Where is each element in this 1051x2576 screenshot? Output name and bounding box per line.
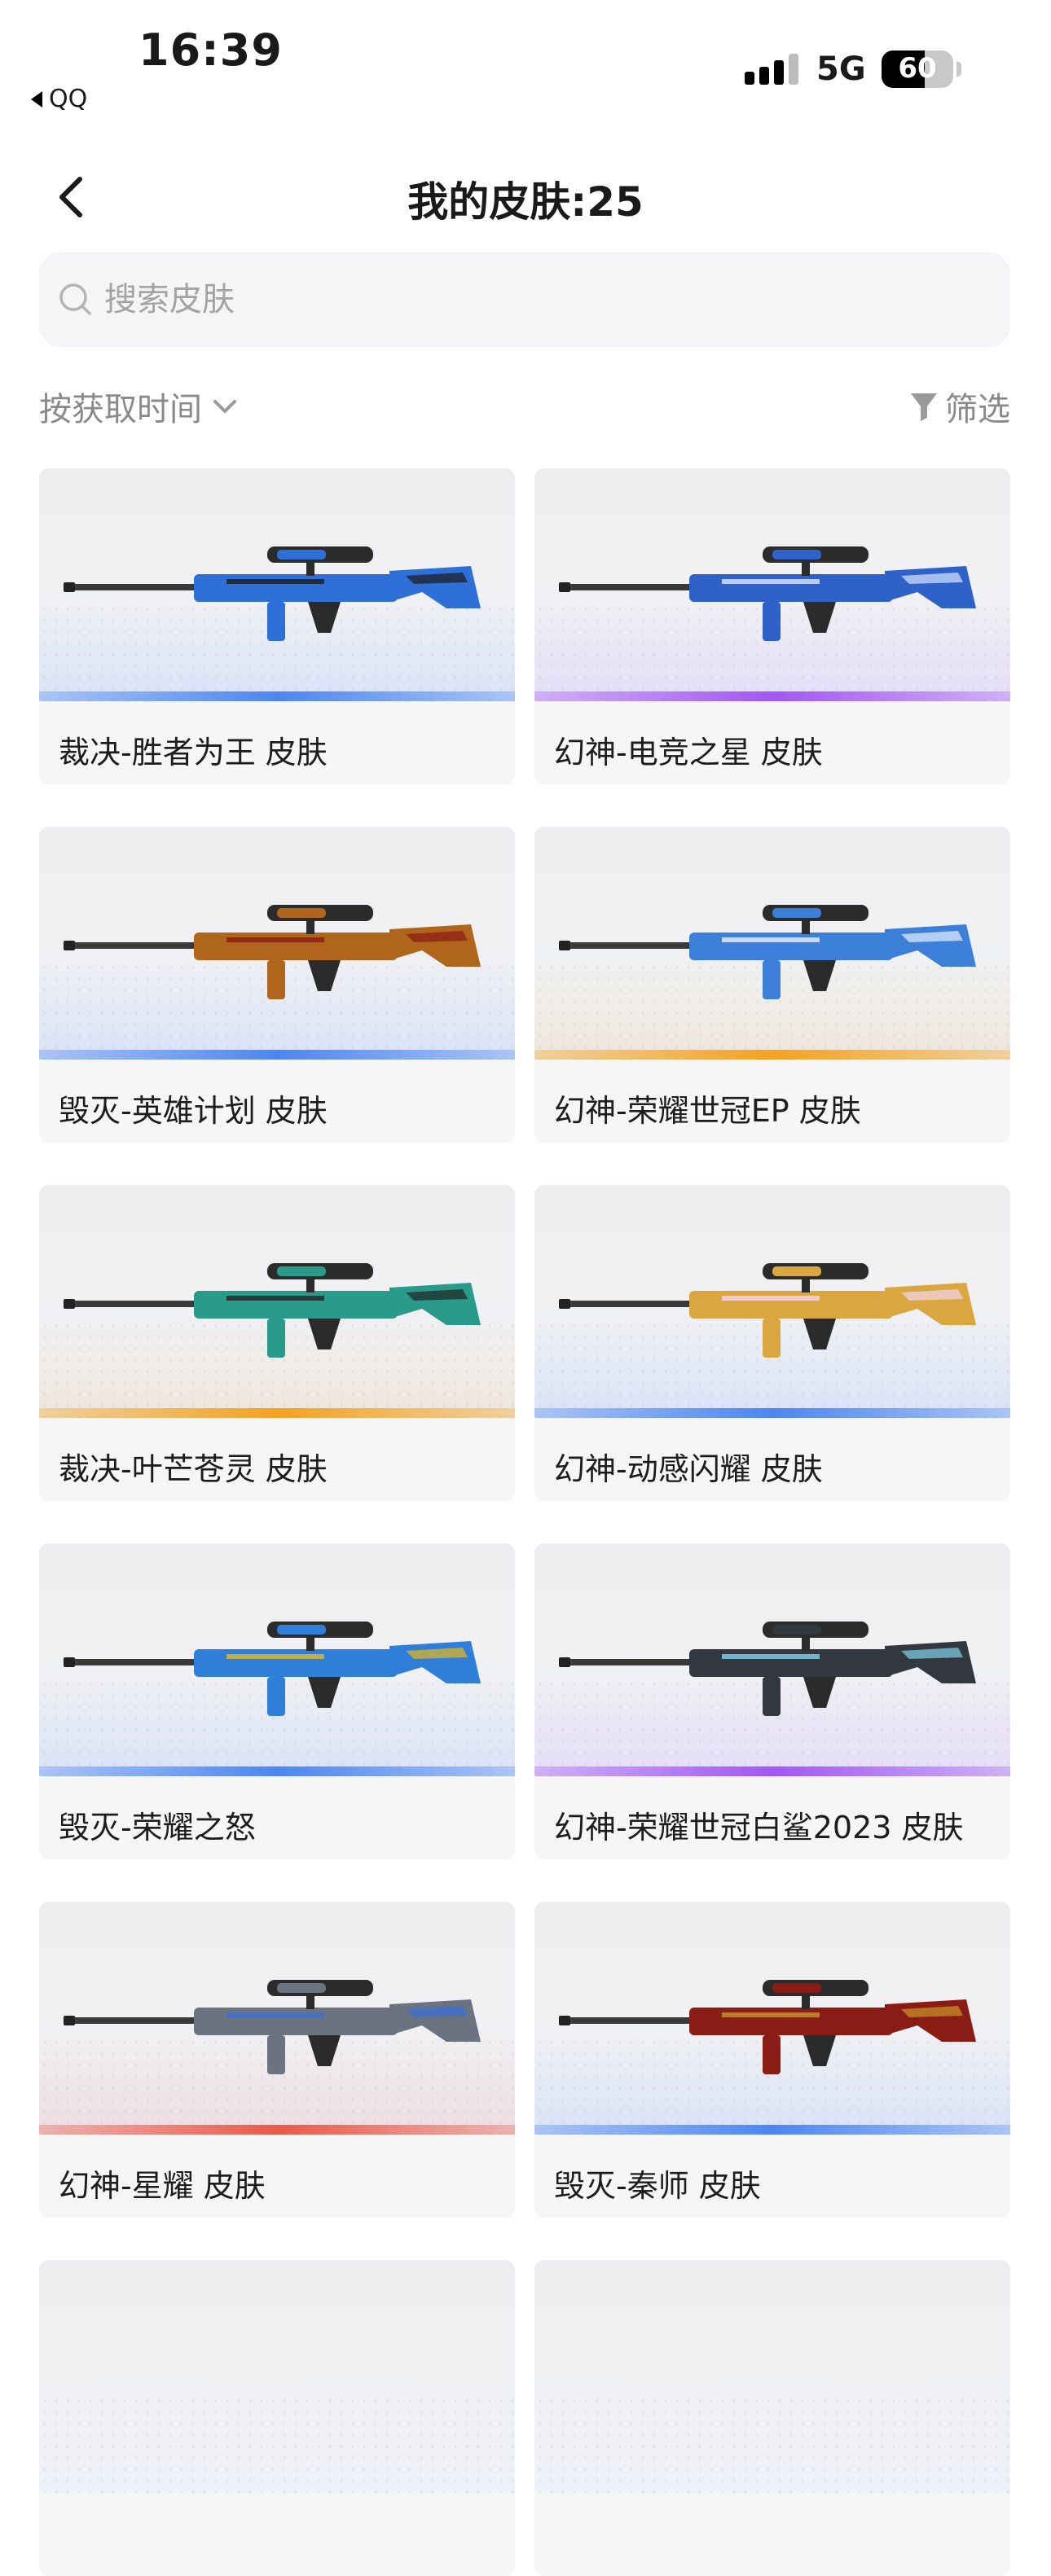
skin-card[interactable]: 幻神-电竞之星 皮肤 [534, 468, 1010, 784]
search-icon [57, 281, 95, 318]
signal-icon [745, 54, 798, 85]
battery-level: 60 [898, 52, 937, 85]
skin-art [39, 1902, 515, 2135]
funnel-icon [911, 393, 937, 421]
skin-art [39, 468, 515, 701]
skin-card[interactable]: 幻神-荣耀世冠白鲨2023 皮肤 [534, 1543, 1010, 1859]
sniper-rifle-image [64, 546, 481, 641]
skin-art [534, 2260, 1010, 2493]
chevron-down-icon [213, 400, 236, 413]
skin-name: 裁决-胜者为王 皮肤 [59, 735, 328, 770]
skin-name: 毁灭-秦师 皮肤 [554, 2168, 761, 2204]
filter-button[interactable]: 筛选 [909, 383, 1010, 430]
skin-art [39, 2260, 515, 2493]
skin-name: 幻神-星耀 皮肤 [59, 2168, 266, 2204]
network-type: 5G [816, 50, 866, 88]
skin-card[interactable]: 毁灭-英雄计划 皮肤 [39, 827, 515, 1143]
skin-name: 幻神-荣耀世冠EP 皮肤 [554, 1093, 861, 1129]
back-app-label: QQ [49, 85, 88, 113]
search-bar[interactable] [39, 252, 1010, 347]
skin-art [39, 1543, 515, 1776]
page-title: 我的皮肤:25 [407, 178, 644, 226]
skin-art [39, 827, 515, 1060]
back-triangle-icon [31, 90, 42, 108]
skin-name: 幻神-荣耀世冠白鲨2023 皮肤 [554, 1810, 964, 1845]
skin-card-partial[interactable] [534, 2260, 1010, 2576]
status-time: 16:39 [139, 24, 283, 76]
filter-row: 按获取时间 筛选 [39, 383, 1010, 432]
navigation-bar: 我的皮肤:25 [0, 155, 1051, 244]
battery-icon: 60 [882, 50, 953, 88]
skin-art [534, 1543, 1010, 1776]
sniper-rifle-image [64, 1622, 481, 1716]
skin-card[interactable]: 毁灭-秦师 皮肤 [534, 1902, 1010, 2218]
skin-art [534, 1185, 1010, 1418]
search-input[interactable] [104, 281, 838, 318]
skin-card[interactable]: 裁决-叶芒苍灵 皮肤 [39, 1185, 515, 1501]
skin-name: 幻神-电竞之星 皮肤 [554, 735, 823, 770]
skin-card[interactable]: 幻神-星耀 皮肤 [39, 1902, 515, 2218]
sort-dropdown[interactable]: 按获取时间 [39, 383, 240, 430]
skin-card[interactable]: 毁灭-荣耀之怒 [39, 1543, 515, 1859]
skin-card[interactable]: 裁决-胜者为王 皮肤 [39, 468, 515, 784]
skin-art [534, 1902, 1010, 2135]
status-bar: 16:39 QQ 5G 60 [0, 0, 1051, 122]
sniper-rifle-image [64, 905, 481, 999]
skin-art [534, 468, 1010, 701]
filter-label: 筛选 [945, 391, 1010, 428]
skin-name: 毁灭-英雄计划 皮肤 [59, 1093, 328, 1129]
skin-art [534, 827, 1010, 1060]
sniper-rifle-image [64, 1980, 481, 2074]
skin-card-partial[interactable] [39, 2260, 515, 2576]
sniper-rifle-image [559, 1263, 976, 1358]
skin-name: 毁灭-荣耀之怒 [59, 1810, 256, 1845]
sniper-rifle-image [559, 1622, 976, 1716]
back-to-app-link[interactable]: QQ [31, 85, 87, 113]
skin-card[interactable]: 幻神-动感闪耀 皮肤 [534, 1185, 1010, 1501]
skin-name: 裁决-叶芒苍灵 皮肤 [59, 1451, 328, 1487]
skin-art [39, 1185, 515, 1418]
sort-label: 按获取时间 [39, 391, 202, 428]
battery-tip [956, 62, 961, 77]
skin-card[interactable]: 幻神-荣耀世冠EP 皮肤 [534, 827, 1010, 1143]
sniper-rifle-image [559, 546, 976, 641]
sniper-rifle-image [559, 905, 976, 999]
sniper-rifle-image [64, 1263, 481, 1358]
sniper-rifle-image [559, 1980, 976, 2074]
skin-name: 幻神-动感闪耀 皮肤 [554, 1451, 823, 1487]
